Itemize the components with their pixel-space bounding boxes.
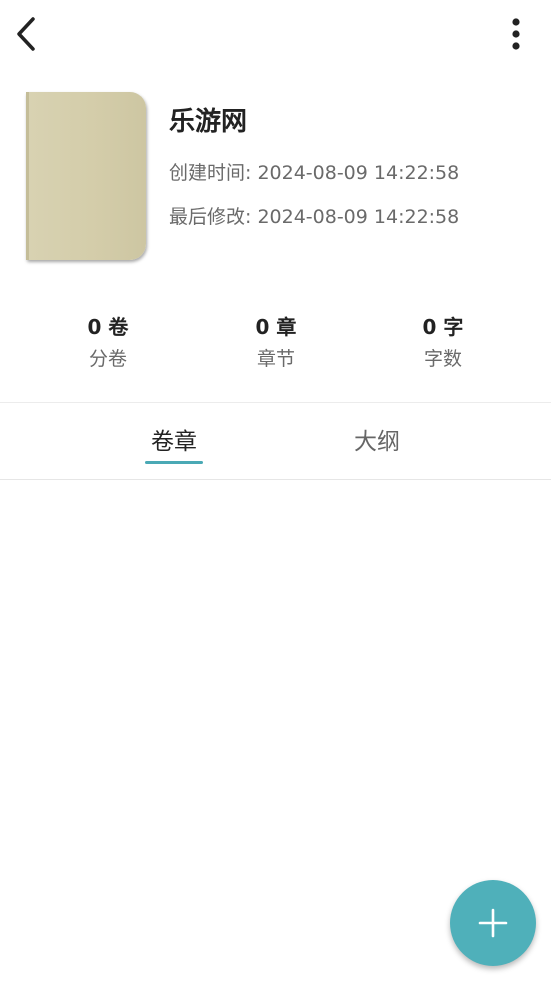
back-button[interactable] bbox=[6, 12, 46, 56]
add-button[interactable] bbox=[450, 880, 536, 966]
top-app-bar bbox=[0, 0, 551, 68]
stat-value: 0 章 bbox=[255, 315, 297, 339]
stat-value: 0 字 bbox=[422, 315, 464, 339]
created-time: 创建时间: 2024-08-09 14:22:58 bbox=[169, 162, 460, 184]
divider bbox=[0, 402, 551, 403]
book-cover[interactable] bbox=[26, 92, 146, 260]
stat-label: 章节 bbox=[256, 348, 295, 370]
stat-volumes: 0 卷 分卷 bbox=[18, 312, 198, 376]
stat-label: 字数 bbox=[423, 348, 462, 370]
modified-time: 最后修改: 2024-08-09 14:22:58 bbox=[169, 206, 460, 228]
stat-value: 0 卷 bbox=[87, 315, 129, 339]
plus-icon bbox=[478, 908, 508, 938]
book-title: 乐游网 bbox=[169, 107, 248, 137]
more-options-button[interactable] bbox=[496, 12, 536, 56]
stat-chapters: 0 章 章节 bbox=[186, 312, 366, 376]
tab-chapters[interactable]: 卷章 bbox=[114, 420, 234, 464]
tab-outline[interactable]: 大纲 bbox=[317, 420, 437, 464]
stat-label: 分卷 bbox=[88, 348, 127, 370]
active-tab-indicator bbox=[145, 461, 203, 464]
stat-word-count: 0 字 字数 bbox=[353, 312, 533, 376]
chevron-left-icon bbox=[17, 17, 35, 51]
more-vertical-icon bbox=[512, 18, 520, 50]
